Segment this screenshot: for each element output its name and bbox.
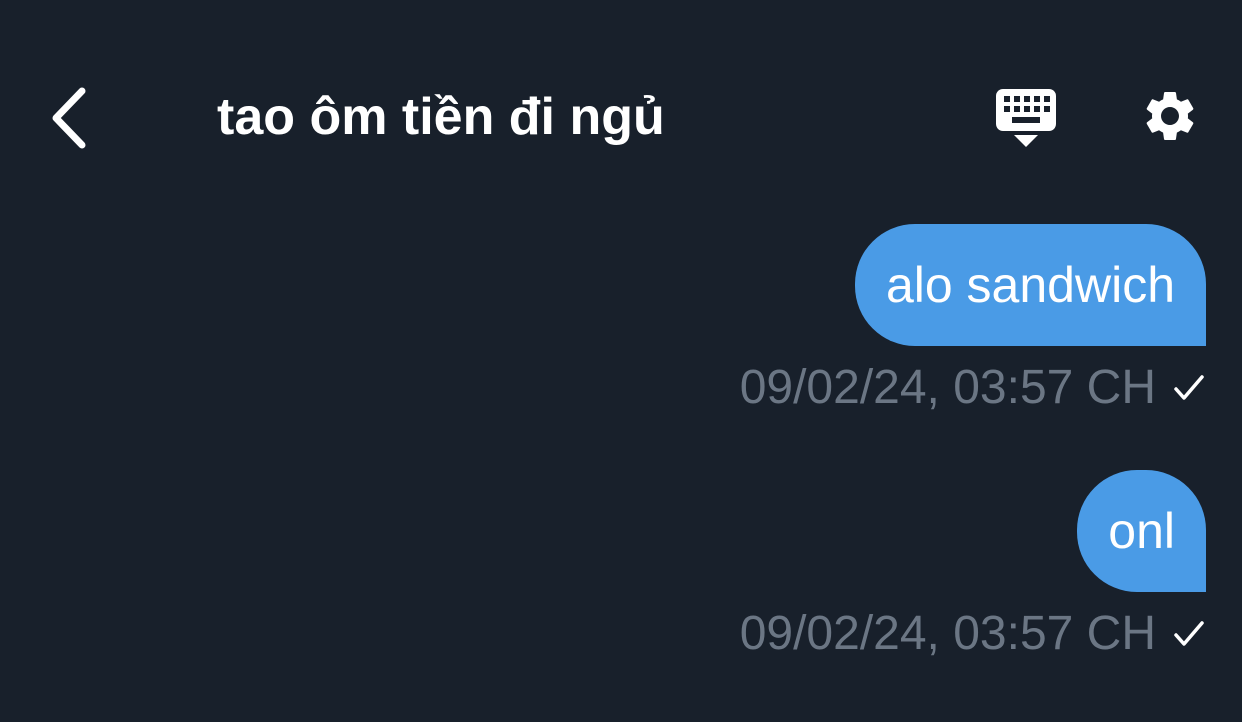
chat-header: tao ôm tiền đi ngủ [0,0,1242,200]
chevron-left-icon [52,87,86,149]
check-icon [1172,373,1206,403]
message-item[interactable]: onl 09/02/24, 03:57 CH [740,470,1206,664]
keyboard-toggle-button[interactable] [986,80,1066,156]
message-bubble[interactable]: onl [1077,470,1206,592]
message-meta: 09/02/24, 03:57 CH [740,604,1206,664]
message-timestamp: 09/02/24, 03:57 CH [739,361,1156,414]
check-icon [1172,619,1206,649]
keyboard-hide-icon [996,89,1056,147]
settings-button[interactable] [1132,78,1208,154]
message-bubble[interactable]: alo sandwich [854,224,1206,346]
message-timestamp: 09/02/24, 03:57 CH [739,607,1156,660]
gear-icon [1146,92,1194,140]
back-button[interactable] [36,78,100,158]
message-meta: 09/02/24, 03:57 CH [740,358,1206,418]
page-title: tao ôm tiền đi ngủ [217,88,665,146]
chat-screen: tao ôm tiền đi ngủ alo sandwich 09/02/24… [0,0,1242,722]
message-item[interactable]: alo sandwich 09/02/24, 03:57 CH [740,224,1206,418]
